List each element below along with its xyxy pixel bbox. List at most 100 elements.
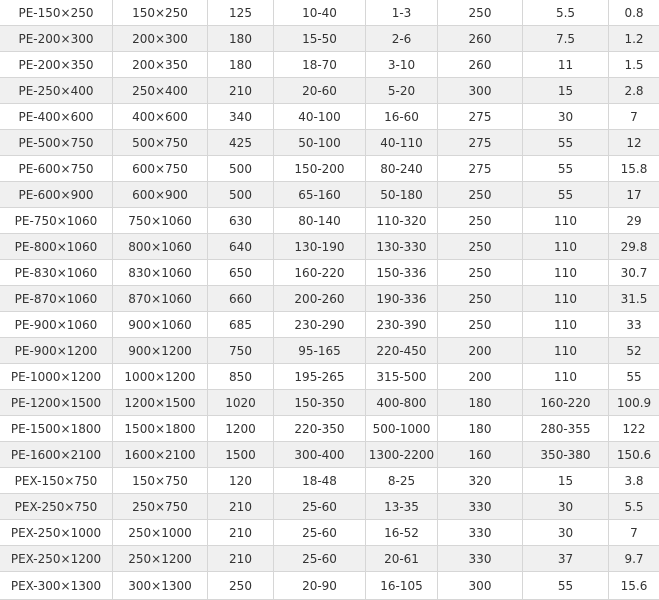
cell-discharge-range: 18-70 bbox=[274, 52, 366, 78]
cell-motor-power: 55 bbox=[523, 156, 609, 182]
cell-feed-opening: 150×250 bbox=[113, 0, 208, 26]
table-row: PEX-300×1300300×130025020-9016-105300551… bbox=[0, 572, 659, 600]
cell-speed: 200 bbox=[438, 364, 523, 390]
cell-model: PE-200×350 bbox=[0, 52, 113, 78]
cell-feed-opening: 600×750 bbox=[113, 156, 208, 182]
table-row: PE-1500×18001500×18001200220-350500-1000… bbox=[0, 416, 659, 442]
cell-max-feed-size: 425 bbox=[208, 130, 274, 156]
cell-feed-opening: 150×750 bbox=[113, 468, 208, 494]
cell-discharge-range: 95-165 bbox=[274, 338, 366, 364]
cell-speed: 330 bbox=[438, 520, 523, 546]
table-row: PEX-150×750150×75012018-488-25320153.8 bbox=[0, 468, 659, 494]
cell-speed: 260 bbox=[438, 52, 523, 78]
cell-feed-opening: 1600×2100 bbox=[113, 442, 208, 468]
cell-discharge-range: 300-400 bbox=[274, 442, 366, 468]
cell-weight: 17 bbox=[609, 182, 659, 208]
cell-speed: 250 bbox=[438, 182, 523, 208]
cell-capacity: 1300-2200 bbox=[366, 442, 438, 468]
cell-capacity: 13-35 bbox=[366, 494, 438, 520]
cell-speed: 275 bbox=[438, 104, 523, 130]
cell-speed: 275 bbox=[438, 156, 523, 182]
table-row: PE-200×300200×30018015-502-62607.51.2 bbox=[0, 26, 659, 52]
cell-capacity: 230-390 bbox=[366, 312, 438, 338]
cell-speed: 180 bbox=[438, 390, 523, 416]
cell-max-feed-size: 180 bbox=[208, 26, 274, 52]
cell-model: PE-1200×1500 bbox=[0, 390, 113, 416]
table-row: PEX-250×1000250×100021025-6016-52330307 bbox=[0, 520, 659, 546]
cell-feed-opening: 1500×1800 bbox=[113, 416, 208, 442]
cell-capacity: 16-60 bbox=[366, 104, 438, 130]
cell-motor-power: 110 bbox=[523, 286, 609, 312]
cell-max-feed-size: 640 bbox=[208, 234, 274, 260]
cell-capacity: 50-180 bbox=[366, 182, 438, 208]
cell-speed: 300 bbox=[438, 572, 523, 600]
table-row: PE-1200×15001200×15001020150-350400-8001… bbox=[0, 390, 659, 416]
cell-speed: 180 bbox=[438, 416, 523, 442]
cell-capacity: 3-10 bbox=[366, 52, 438, 78]
cell-feed-opening: 830×1060 bbox=[113, 260, 208, 286]
cell-model: PE-150×250 bbox=[0, 0, 113, 26]
cell-speed: 250 bbox=[438, 260, 523, 286]
cell-discharge-range: 150-200 bbox=[274, 156, 366, 182]
cell-max-feed-size: 650 bbox=[208, 260, 274, 286]
cell-speed: 250 bbox=[438, 0, 523, 26]
cell-model: PE-870×1060 bbox=[0, 286, 113, 312]
cell-discharge-range: 160-220 bbox=[274, 260, 366, 286]
cell-capacity: 20-61 bbox=[366, 546, 438, 572]
cell-max-feed-size: 500 bbox=[208, 156, 274, 182]
cell-weight: 1.2 bbox=[609, 26, 659, 52]
spec-table-body: PE-150×250150×25012510-401-32505.50.8PE-… bbox=[0, 0, 659, 600]
cell-capacity: 16-105 bbox=[366, 572, 438, 600]
cell-model: PE-1500×1800 bbox=[0, 416, 113, 442]
table-row: PE-250×400250×40021020-605-20300152.8 bbox=[0, 78, 659, 104]
cell-speed: 300 bbox=[438, 78, 523, 104]
cell-feed-opening: 600×900 bbox=[113, 182, 208, 208]
cell-model: PEX-250×750 bbox=[0, 494, 113, 520]
cell-motor-power: 110 bbox=[523, 338, 609, 364]
cell-capacity: 400-800 bbox=[366, 390, 438, 416]
cell-feed-opening: 250×400 bbox=[113, 78, 208, 104]
cell-motor-power: 55 bbox=[523, 572, 609, 600]
cell-capacity: 5-20 bbox=[366, 78, 438, 104]
cell-capacity: 40-110 bbox=[366, 130, 438, 156]
table-row: PEX-250×1200250×120021025-6020-61330379.… bbox=[0, 546, 659, 572]
cell-max-feed-size: 210 bbox=[208, 546, 274, 572]
cell-weight: 3.8 bbox=[609, 468, 659, 494]
cell-motor-power: 15 bbox=[523, 78, 609, 104]
cell-discharge-range: 50-100 bbox=[274, 130, 366, 156]
cell-motor-power: 37 bbox=[523, 546, 609, 572]
cell-motor-power: 110 bbox=[523, 364, 609, 390]
cell-feed-opening: 400×600 bbox=[113, 104, 208, 130]
cell-model: PE-750×1060 bbox=[0, 208, 113, 234]
cell-feed-opening: 750×1060 bbox=[113, 208, 208, 234]
cell-discharge-range: 10-40 bbox=[274, 0, 366, 26]
cell-motor-power: 110 bbox=[523, 208, 609, 234]
cell-max-feed-size: 1020 bbox=[208, 390, 274, 416]
cell-discharge-range: 25-60 bbox=[274, 546, 366, 572]
cell-capacity: 130-330 bbox=[366, 234, 438, 260]
table-row: PE-830×1060830×1060650160-220150-3362501… bbox=[0, 260, 659, 286]
cell-speed: 260 bbox=[438, 26, 523, 52]
cell-speed: 330 bbox=[438, 546, 523, 572]
cell-capacity: 2-6 bbox=[366, 26, 438, 52]
cell-weight: 15.6 bbox=[609, 572, 659, 600]
cell-max-feed-size: 210 bbox=[208, 78, 274, 104]
cell-feed-opening: 1200×1500 bbox=[113, 390, 208, 416]
cell-max-feed-size: 120 bbox=[208, 468, 274, 494]
cell-motor-power: 350-380 bbox=[523, 442, 609, 468]
cell-capacity: 315-500 bbox=[366, 364, 438, 390]
table-row: PE-1000×12001000×1200850195-265315-50020… bbox=[0, 364, 659, 390]
cell-weight: 29 bbox=[609, 208, 659, 234]
cell-discharge-range: 195-265 bbox=[274, 364, 366, 390]
cell-weight: 31.5 bbox=[609, 286, 659, 312]
cell-motor-power: 110 bbox=[523, 312, 609, 338]
cell-model: PE-200×300 bbox=[0, 26, 113, 52]
cell-feed-opening: 250×1200 bbox=[113, 546, 208, 572]
table-row: PE-400×600400×60034040-10016-60275307 bbox=[0, 104, 659, 130]
cell-motor-power: 7.5 bbox=[523, 26, 609, 52]
cell-discharge-range: 130-190 bbox=[274, 234, 366, 260]
cell-speed: 275 bbox=[438, 130, 523, 156]
cell-weight: 7 bbox=[609, 104, 659, 130]
cell-weight: 7 bbox=[609, 520, 659, 546]
cell-weight: 30.7 bbox=[609, 260, 659, 286]
